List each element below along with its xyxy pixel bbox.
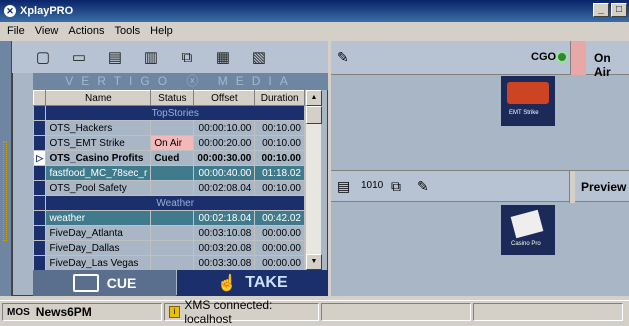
table-scrollbar[interactable]: ▲ ▼ bbox=[305, 90, 322, 270]
print-icon[interactable]: ▥ bbox=[140, 47, 162, 67]
maximize-button[interactable]: □ bbox=[611, 3, 627, 17]
table-row[interactable]: OTS_Hackers 00:00:10.00 00:10.00 bbox=[32, 120, 305, 136]
title-bar: ✕ XplayPRO _ □ bbox=[0, 0, 629, 22]
minimize-button[interactable]: _ bbox=[593, 3, 609, 17]
cue-button[interactable]: CUE bbox=[33, 270, 176, 296]
output-panel bbox=[331, 41, 629, 296]
insert-icon[interactable]: ▦ bbox=[212, 47, 234, 67]
edit-icon[interactable]: ✎ bbox=[337, 49, 349, 66]
column-status[interactable]: Status bbox=[150, 90, 195, 106]
cgo-status-icon bbox=[556, 51, 568, 63]
panel-splitter[interactable] bbox=[0, 41, 12, 296]
scroll-thumb[interactable] bbox=[306, 106, 322, 124]
onair-thumbnail: EMT Strike bbox=[501, 76, 555, 126]
scroll-up-icon[interactable]: ▲ bbox=[306, 90, 322, 106]
menu-tools[interactable]: Tools bbox=[109, 25, 145, 37]
take-button[interactable]: ☝ TAKE bbox=[177, 270, 328, 296]
table-row[interactable]: OTS_EMT Strike On Air 00:00:20.00 00:10.… bbox=[32, 135, 305, 151]
table-row[interactable]: weather 00:02:18.04 00:42.02 bbox=[32, 210, 305, 226]
column-name[interactable]: Name bbox=[45, 90, 152, 106]
vertigo-banner: VERTIGO ⓧ MEDIA bbox=[33, 73, 328, 90]
cgo-label: CGO bbox=[531, 51, 557, 63]
onair-indicator bbox=[570, 41, 586, 75]
onair-header: ✎ CGO On Air bbox=[331, 41, 629, 79]
status-panel-empty-2 bbox=[473, 303, 623, 321]
column-duration[interactable]: Duration bbox=[254, 90, 305, 106]
table-row[interactable]: FiveDay_Atlanta 00:03:10.08 00:00.00 bbox=[32, 225, 305, 241]
table-row[interactable]: ▷ OTS_Casino Profits Cued 00:00:30.00 00… bbox=[32, 150, 305, 166]
binary-icon[interactable]: 1010 bbox=[361, 180, 383, 191]
connection-panel: i XMS connected: localhost bbox=[164, 298, 319, 326]
app-icon: ✕ bbox=[4, 5, 16, 17]
menu-help[interactable]: Help bbox=[145, 25, 178, 37]
hand-pointer-icon: ☝ bbox=[217, 275, 238, 292]
preview-header: ▤ 1010 ⧉ ✎ Preview bbox=[331, 170, 629, 203]
current-row-arrow-icon: ▷ bbox=[32, 150, 47, 166]
edit-list-icon[interactable]: ▧ bbox=[248, 47, 270, 67]
menu-view[interactable]: View bbox=[30, 25, 64, 37]
window-title: XplayPRO bbox=[20, 5, 74, 17]
monitor-icon bbox=[72, 274, 99, 292]
show-panel: MOS News6PM bbox=[2, 303, 162, 321]
playlist-toolbar: ▢ ▭ ▤ ▥ ⧉ ▦ ▧ bbox=[12, 41, 328, 73]
group-row-topstories[interactable]: TopStories bbox=[32, 105, 305, 121]
copy-icon[interactable]: ⧉ bbox=[391, 178, 401, 195]
preview-label: Preview bbox=[581, 180, 627, 194]
preview-thumbnail: Casino Pro bbox=[501, 205, 555, 255]
onair-label: On Air bbox=[594, 51, 611, 79]
playlist-table: Name Status Offset Duration TopStories O… bbox=[32, 90, 305, 271]
column-offset[interactable]: Offset bbox=[193, 90, 256, 106]
status-badge: On Air bbox=[150, 135, 195, 151]
status-bar: MOS News6PM i XMS connected: localhost bbox=[0, 298, 629, 326]
table-row[interactable]: OTS_Pool Safety 00:02:08.04 00:10.00 bbox=[32, 180, 305, 196]
group-row-weather[interactable]: Weather bbox=[32, 195, 305, 211]
edit-icon[interactable]: ✎ bbox=[417, 178, 429, 195]
row-header-corner bbox=[32, 90, 47, 106]
menu-actions[interactable]: Actions bbox=[63, 25, 109, 37]
table-row[interactable]: FiveDay_Las Vegas 00:03:30.08 00:00.00 bbox=[32, 255, 305, 271]
new-icon[interactable]: ▢ bbox=[32, 47, 54, 67]
open-folder-icon[interactable]: ▭ bbox=[68, 47, 90, 67]
save-icon[interactable]: ▤ bbox=[104, 47, 126, 67]
menu-bar: File View Actions Tools Help bbox=[0, 22, 629, 40]
scroll-down-icon[interactable]: ▼ bbox=[306, 254, 322, 270]
status-panel-empty bbox=[321, 303, 471, 321]
table-row[interactable]: FiveDay_Dallas 00:03:20.08 00:00.00 bbox=[32, 240, 305, 256]
mos-logo: MOS bbox=[7, 306, 30, 318]
table-row[interactable]: fastfood_MC_78sec_r 00:00:40.00 01:18.02 bbox=[32, 165, 305, 181]
copy-icon[interactable]: ⧉ bbox=[176, 47, 198, 67]
show-name: News6PM bbox=[35, 305, 92, 319]
menu-file[interactable]: File bbox=[2, 25, 30, 37]
connection-icon: i bbox=[169, 306, 181, 318]
save-icon[interactable]: ▤ bbox=[337, 178, 350, 195]
